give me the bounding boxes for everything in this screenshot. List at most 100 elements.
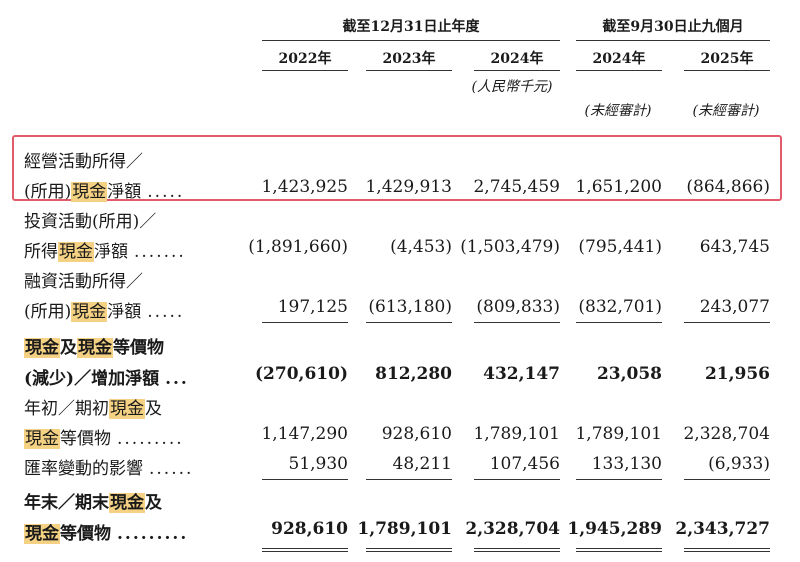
year-rule-2023 — [366, 70, 452, 71]
highlighted-term: 現金 — [109, 493, 145, 513]
subtotal-rule-2023 — [366, 322, 452, 323]
value-cell-2025-9m: (864,866) — [686, 177, 770, 197]
value-cell-2025-9m: 2,328,704 — [683, 424, 770, 444]
value-cell-2024: (1,503,479) — [460, 237, 560, 257]
total-double-rule-2023 — [366, 548, 452, 552]
highlighted-term: 現金 — [77, 338, 113, 358]
total-double-rule-2025-9m — [684, 548, 770, 552]
subtotal-rule-2022 — [262, 322, 348, 323]
header-rule-fiscal-year — [262, 40, 560, 41]
value-cell-2022: (1,891,660) — [248, 237, 348, 257]
year-header-2022: 2022年 — [278, 51, 332, 67]
row-label-line1: 匯率變動的影響...... — [24, 454, 193, 479]
pre-total-rule-2022 — [262, 479, 348, 480]
label-text: 及 — [145, 493, 162, 513]
label-text: 及 — [145, 399, 162, 419]
row-label-line2: 現金等價物......... — [24, 519, 188, 544]
leader-dots: ......... — [117, 524, 189, 544]
row-label-line1: 現金及現金等價物 — [24, 333, 164, 358]
unaudited-label-2025: (未經審計) — [692, 103, 760, 119]
label-text: 經營活動所得／ — [24, 152, 143, 172]
value-cell-2023: (4,453) — [390, 237, 452, 257]
label-text: 淨額 — [107, 302, 142, 322]
leader-dots: ... — [165, 369, 189, 389]
value-cell-2022: 1,423,925 — [261, 177, 348, 197]
value-cell-2022: 1,147,290 — [261, 424, 348, 444]
total-double-rule-2024 — [474, 548, 560, 552]
label-text: (所用) — [24, 302, 72, 322]
value-cell-2025-9m: 21,956 — [704, 364, 770, 384]
row-label-line1: 投資活動(所用)／ — [24, 207, 156, 232]
value-cell-2023: 1,429,913 — [365, 177, 452, 197]
value-cell-2024: 107,456 — [489, 454, 560, 474]
value-cell-2025-9m: (6,933) — [708, 454, 770, 474]
year-header-2024-9m: 2024年 — [592, 51, 646, 67]
label-text: 淨額 — [107, 182, 142, 202]
leader-dots: ......... — [117, 429, 184, 449]
label-text: 年初／期初 — [24, 399, 109, 419]
subtotal-rule-2024-9m — [576, 322, 662, 323]
value-cell-2025-9m: 243,077 — [699, 297, 770, 317]
unit-label: (人民幣千元) — [471, 79, 553, 95]
row-label-line1: 年初／期初現金及 — [24, 394, 162, 419]
value-cell-2022: 928,610 — [271, 519, 348, 539]
label-text: 匯率變動的影響 — [24, 459, 143, 479]
value-cell-2024: 1,789,101 — [473, 424, 560, 444]
header-group-nine-months: 截至9月30日止九個月 — [602, 19, 744, 35]
subtotal-rule-2024 — [474, 322, 560, 323]
value-cell-2024: 432,147 — [483, 364, 560, 384]
label-text: 投資活動(所用)／ — [24, 212, 157, 232]
year-rule-2024-9m — [576, 70, 662, 71]
row-label-line2: (所用)現金淨額..... — [24, 297, 184, 322]
value-cell-2024-9m: (832,701) — [578, 297, 662, 317]
row-label-line2: 所得現金淨額....... — [24, 237, 186, 262]
label-text: (所用) — [24, 182, 72, 202]
year-rule-2022 — [262, 70, 348, 71]
year-rule-2024 — [474, 70, 560, 71]
value-cell-2024-9m: 133,130 — [591, 454, 662, 474]
subtotal-rule-2025-9m — [684, 322, 770, 323]
value-cell-2023: 1,789,101 — [357, 519, 452, 539]
label-text: (減少)／增加淨額 — [24, 369, 160, 389]
value-cell-2023: 812,280 — [375, 364, 452, 384]
label-text: 及 — [60, 338, 77, 358]
label-text: 融資活動所得／ — [24, 272, 143, 292]
value-cell-2025-9m: 643,745 — [699, 237, 770, 257]
highlighted-term: 現金 — [109, 399, 145, 419]
highlighted-term: 現金 — [24, 338, 60, 358]
highlighted-term: 現金 — [71, 302, 108, 322]
label-text: 年末／期末 — [24, 493, 109, 513]
value-cell-2024-9m: 1,789,101 — [575, 424, 662, 444]
year-header-2025-9m: 2025年 — [700, 51, 754, 67]
label-text: 等價物 — [60, 429, 111, 449]
leader-dots: ..... — [147, 182, 185, 202]
value-cell-2024-9m: 23,058 — [596, 364, 662, 384]
value-cell-2024: (809,833) — [476, 297, 560, 317]
row-label-line2: (減少)／增加淨額... — [24, 364, 189, 389]
value-cell-2024: 2,745,459 — [473, 177, 560, 197]
pre-total-rule-2025-9m — [684, 479, 770, 480]
year-header-2024: 2024年 — [490, 51, 544, 67]
row-label-line2: 現金等價物......... — [24, 424, 184, 449]
value-cell-2022: 197,125 — [277, 297, 348, 317]
pre-total-rule-2024-9m — [576, 479, 662, 480]
highlighted-term: 現金 — [58, 242, 94, 262]
year-header-2023: 2023年 — [382, 51, 436, 67]
header-rule-nine-months — [576, 40, 770, 41]
value-cell-2023: 48,211 — [392, 454, 452, 474]
row-label-line1: 融資活動所得／ — [24, 267, 143, 292]
value-cell-2024-9m: 1,945,289 — [567, 519, 662, 539]
year-rule-2025-9m — [684, 70, 770, 71]
unaudited-label-2024: (未經審計) — [584, 103, 652, 119]
value-cell-2024-9m: 1,651,200 — [575, 177, 662, 197]
highlighted-term: 現金 — [24, 524, 60, 544]
value-cell-2025-9m: 2,343,727 — [675, 519, 770, 539]
leader-dots: ....... — [134, 242, 186, 262]
value-cell-2022: 51,930 — [288, 454, 348, 474]
total-double-rule-2024-9m — [576, 548, 662, 552]
value-cell-2024-9m: (795,441) — [578, 237, 662, 257]
label-text: 淨額 — [94, 242, 128, 262]
row-label-line1: 經營活動所得／ — [24, 147, 143, 172]
value-cell-2023: (613,180) — [368, 297, 452, 317]
row-label-line1: 年末／期末現金及 — [24, 488, 162, 513]
